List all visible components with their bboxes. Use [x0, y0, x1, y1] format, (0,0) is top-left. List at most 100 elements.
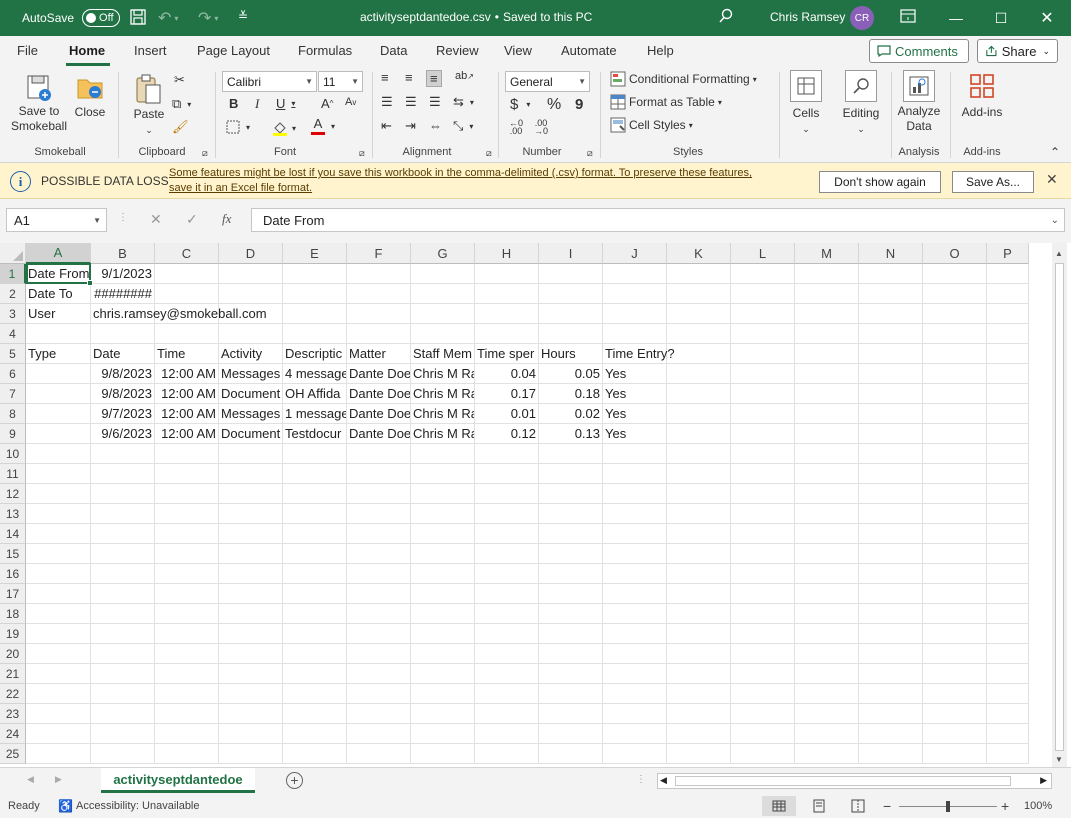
cell-o23[interactable] [923, 704, 987, 724]
new-sheet-button[interactable]: + [286, 772, 303, 789]
cell-m7[interactable] [795, 384, 859, 404]
cell-h19[interactable] [475, 624, 539, 644]
cell-g6[interactable]: Chris M Ra [411, 364, 475, 384]
row-header-21[interactable]: 21 [0, 664, 26, 684]
cell-f6[interactable]: Dante Doe [347, 364, 411, 384]
cell-o13[interactable] [923, 504, 987, 524]
row-header-2[interactable]: 2 [0, 284, 26, 304]
save-as-button[interactable]: Save As... [952, 171, 1034, 193]
cell-o10[interactable] [923, 444, 987, 464]
info-bar-message-link[interactable]: Some features might be lost if you save … [169, 166, 752, 196]
cell-n20[interactable] [859, 644, 923, 664]
cell-g7[interactable]: Chris M Ra [411, 384, 475, 404]
cell-p15[interactable] [987, 544, 1029, 564]
cell-a25[interactable] [26, 744, 91, 764]
cell-j12[interactable] [603, 484, 667, 504]
cell-o9[interactable] [923, 424, 987, 444]
cell-k5[interactable] [667, 344, 731, 364]
next-sheet-icon[interactable]: ▶ [55, 774, 62, 785]
cell-e6[interactable]: 4 message [283, 364, 347, 384]
cell-l3[interactable] [731, 304, 795, 324]
cell-b23[interactable] [91, 704, 155, 724]
cell-h16[interactable] [475, 564, 539, 584]
tab-automate[interactable]: Automate [561, 43, 617, 58]
cell-n10[interactable] [859, 444, 923, 464]
save-icon[interactable] [129, 8, 147, 26]
cell-c21[interactable] [155, 664, 219, 684]
cell-n25[interactable] [859, 744, 923, 764]
cells-button[interactable]: Cells ⌄ [788, 70, 824, 137]
align-bottom-icon[interactable]: ≡ [426, 70, 442, 87]
cell-i21[interactable] [539, 664, 603, 684]
cell-f18[interactable] [347, 604, 411, 624]
cell-n13[interactable] [859, 504, 923, 524]
cell-p10[interactable] [987, 444, 1029, 464]
cell-h12[interactable] [475, 484, 539, 504]
comma-style-icon[interactable]: 9 [575, 96, 583, 113]
cell-i25[interactable] [539, 744, 603, 764]
cell-p11[interactable] [987, 464, 1029, 484]
cell-h21[interactable] [475, 664, 539, 684]
cell-o1[interactable] [923, 264, 987, 284]
row-header-25[interactable]: 25 [0, 744, 26, 764]
redo-icon[interactable]: ↷ ▾ [198, 8, 218, 28]
cell-m19[interactable] [795, 624, 859, 644]
cell-j14[interactable] [603, 524, 667, 544]
cell-b2[interactable]: ######## [91, 284, 155, 304]
cell-n1[interactable] [859, 264, 923, 284]
cell-p3[interactable] [987, 304, 1029, 324]
cell-g15[interactable] [411, 544, 475, 564]
cell-f11[interactable] [347, 464, 411, 484]
cell-c1[interactable] [155, 264, 219, 284]
cell-i3[interactable] [539, 304, 603, 324]
cell-m9[interactable] [795, 424, 859, 444]
cell-g10[interactable] [411, 444, 475, 464]
cell-d6[interactable]: Messages [219, 364, 283, 384]
wrap-text-icon[interactable]: ⇆ ▾ [453, 94, 474, 110]
scroll-down-icon[interactable]: ▼ [1055, 755, 1063, 764]
cell-d11[interactable] [219, 464, 283, 484]
cell-c23[interactable] [155, 704, 219, 724]
row-header-13[interactable]: 13 [0, 504, 26, 524]
cell-p8[interactable] [987, 404, 1029, 424]
cell-h24[interactable] [475, 724, 539, 744]
cell-i10[interactable] [539, 444, 603, 464]
comments-button[interactable]: Comments [869, 39, 969, 63]
row-header-16[interactable]: 16 [0, 564, 26, 584]
cell-b3[interactable]: chris.ramsey@smokeball.com [91, 304, 267, 324]
cell-f2[interactable] [347, 284, 411, 304]
cell-i1[interactable] [539, 264, 603, 284]
cell-k15[interactable] [667, 544, 731, 564]
cell-e23[interactable] [283, 704, 347, 724]
cell-i12[interactable] [539, 484, 603, 504]
align-left-icon[interactable]: ☰ [381, 94, 393, 110]
cell-b24[interactable] [91, 724, 155, 744]
cell-b22[interactable] [91, 684, 155, 704]
cell-i11[interactable] [539, 464, 603, 484]
number-launcher-icon[interactable]: ⧄ [587, 148, 593, 159]
add-ins-button[interactable]: Add-ins [958, 70, 1006, 120]
cell-m25[interactable] [795, 744, 859, 764]
cell-j16[interactable] [603, 564, 667, 584]
cell-b18[interactable] [91, 604, 155, 624]
cell-j2[interactable] [603, 284, 667, 304]
cell-k1[interactable] [667, 264, 731, 284]
cell-m20[interactable] [795, 644, 859, 664]
cell-c2[interactable] [155, 284, 219, 304]
cell-j25[interactable] [603, 744, 667, 764]
cell-k19[interactable] [667, 624, 731, 644]
cell-k13[interactable] [667, 504, 731, 524]
cell-l1[interactable] [731, 264, 795, 284]
cell-l14[interactable] [731, 524, 795, 544]
cell-a19[interactable] [26, 624, 91, 644]
cell-h18[interactable] [475, 604, 539, 624]
cell-l25[interactable] [731, 744, 795, 764]
orientation-icon[interactable]: ab ↗ [455, 70, 474, 82]
cell-g21[interactable] [411, 664, 475, 684]
cell-b11[interactable] [91, 464, 155, 484]
row-header-6[interactable]: 6 [0, 364, 26, 384]
italic-icon[interactable]: I [255, 96, 259, 112]
cell-n12[interactable] [859, 484, 923, 504]
cell-o20[interactable] [923, 644, 987, 664]
cell-i19[interactable] [539, 624, 603, 644]
